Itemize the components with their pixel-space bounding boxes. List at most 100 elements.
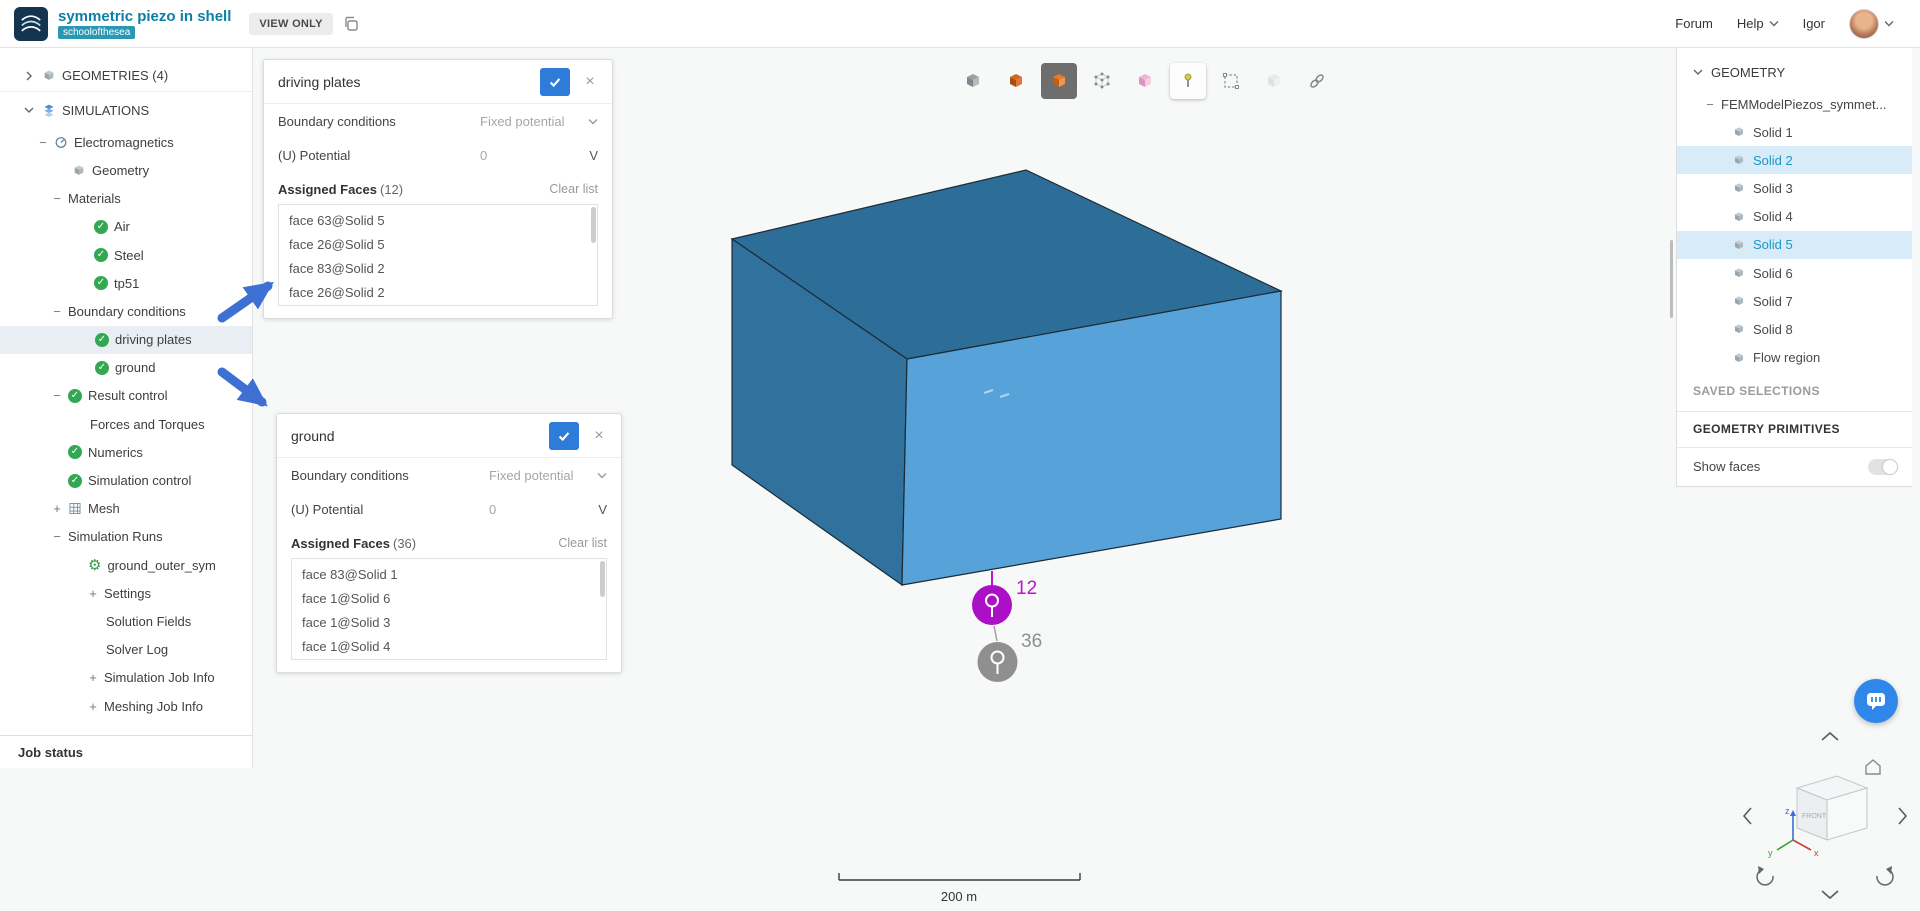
solid-item-7[interactable]: Solid 7 <box>1677 287 1912 315</box>
sidebar-item-geometries[interactable]: GEOMETRIES (4) <box>0 60 252 92</box>
list-scrollbar[interactable] <box>600 561 605 597</box>
sidebar-item-solution-fields[interactable]: Solution Fields <box>0 607 252 635</box>
face-list-item[interactable]: face 1@Solid 6 <box>292 587 606 611</box>
navcube-up-chevron[interactable] <box>1821 731 1839 741</box>
assigned-faces-list[interactable]: face 63@Solid 5 face 26@Solid 5 face 83@… <box>278 204 598 306</box>
minus-icon[interactable]: − <box>1705 97 1715 112</box>
list-scrollbar[interactable] <box>591 207 596 243</box>
face-list-item[interactable]: face 1@Solid 3 <box>292 611 606 635</box>
clear-list-link[interactable]: Clear list <box>558 536 607 550</box>
view-surfaces-button[interactable] <box>1041 63 1077 99</box>
solid-item-1[interactable]: Solid 1 <box>1677 118 1912 146</box>
link-view-button[interactable] <box>1299 63 1335 99</box>
face-list-item[interactable]: face 26@Solid 5 <box>279 233 597 257</box>
sidebar-item-numerics[interactable]: ✓ Numerics <box>0 438 252 466</box>
view-hidden-button[interactable] <box>1256 63 1292 99</box>
show-faces-toggle[interactable] <box>1868 458 1898 475</box>
assigned-faces-list[interactable]: face 83@Solid 1 face 1@Solid 6 face 1@So… <box>291 558 607 660</box>
probe-pin-magenta[interactable] <box>972 585 1012 625</box>
sidebar-item-geometry[interactable]: Geometry <box>0 156 252 184</box>
job-status-header[interactable]: Job status <box>0 735 252 768</box>
minus-icon[interactable]: − <box>38 135 48 150</box>
geometry-primitives-header[interactable]: GEOMETRY PRIMITIVES <box>1677 412 1912 448</box>
probe-pin-gray[interactable] <box>977 642 1018 682</box>
solid-item-6[interactable]: Solid 6 <box>1677 259 1912 287</box>
sidebar-item-simulation-runs[interactable]: − Simulation Runs <box>0 523 252 551</box>
saved-selections-header[interactable]: SAVED SELECTIONS <box>1677 372 1912 412</box>
sidebar-item-boundary-conditions[interactable]: − Boundary conditions <box>0 297 252 325</box>
sidebar-item-solver-log[interactable]: Solver Log <box>0 636 252 664</box>
viewport-scrollbar[interactable] <box>1670 240 1673 318</box>
close-icon[interactable]: × <box>587 424 611 448</box>
sidebar-item-settings[interactable]: + Settings <box>0 579 252 607</box>
view-vertices-button[interactable] <box>1084 63 1120 99</box>
chat-button[interactable] <box>1854 679 1898 723</box>
solid-item-2[interactable]: Solid 2 <box>1677 146 1912 175</box>
sidebar-item-ground[interactable]: ✓ ground <box>0 354 252 382</box>
navcube-left-chevron[interactable] <box>1742 807 1752 825</box>
face-list-item[interactable]: face 1@Solid 4 <box>292 635 606 659</box>
plus-icon[interactable]: + <box>88 699 98 714</box>
help-menu[interactable]: Help <box>1737 16 1779 31</box>
sidebar-item-driving-plates[interactable]: ✓ driving plates <box>0 325 252 354</box>
apply-button[interactable] <box>549 421 579 450</box>
sidebar-item-ground-outer-sym[interactable]: ⚙ ground_outer_sym <box>0 551 252 579</box>
face-list-item[interactable]: face 26@Solid 2 <box>279 281 597 305</box>
model-tree-item[interactable]: − FEMModelPiezos_symmet... <box>1677 90 1912 118</box>
plus-icon[interactable]: + <box>52 501 62 516</box>
forum-link[interactable]: Forum <box>1675 16 1713 31</box>
solid-item-5[interactable]: Solid 5 <box>1677 230 1912 259</box>
sidebar-item-result-control[interactable]: − ✓ Result control <box>0 382 252 410</box>
close-icon[interactable]: × <box>578 70 602 94</box>
potential-input[interactable]: 0 V <box>480 148 598 163</box>
minus-icon[interactable]: − <box>52 529 62 544</box>
sidebar-item-air[interactable]: ✓ Air <box>0 213 252 241</box>
sidebar-item-simulation-job-info[interactable]: + Simulation Job Info <box>0 664 252 692</box>
minus-icon[interactable]: − <box>52 388 62 403</box>
geometry-section-header[interactable]: GEOMETRY <box>1677 54 1912 90</box>
view-shaded-button[interactable] <box>998 63 1034 99</box>
box-select-button[interactable] <box>1213 63 1249 99</box>
plus-icon[interactable]: + <box>88 586 98 601</box>
solid-item-4[interactable]: Solid 4 <box>1677 203 1912 231</box>
plus-icon[interactable]: + <box>88 670 98 685</box>
probe-point-button[interactable] <box>1170 63 1206 99</box>
boundary-conditions-select[interactable]: Fixed potential <box>489 468 607 483</box>
app-logo[interactable] <box>14 6 48 41</box>
navcube-rotate-right[interactable] <box>1876 866 1894 886</box>
navcube-cube[interactable]: FRONT <box>1795 775 1869 841</box>
view-transparent-button[interactable] <box>1127 63 1163 99</box>
chevron-down-icon[interactable] <box>22 105 36 115</box>
sidebar-item-materials[interactable]: − Materials <box>0 185 252 213</box>
sidebar-item-steel[interactable]: ✓ Steel <box>0 241 252 269</box>
copy-project-button[interactable] <box>343 16 359 32</box>
minus-icon[interactable]: − <box>52 191 62 206</box>
face-list-item[interactable]: face 63@Solid 5 <box>279 209 597 233</box>
chevron-right-icon[interactable] <box>22 71 36 81</box>
sidebar-item-mesh[interactable]: + Mesh <box>0 495 252 523</box>
sidebar-item-forces-and-torques[interactable]: Forces and Torques <box>0 410 252 438</box>
solid-item-flow-region[interactable]: Flow region <box>1677 344 1912 372</box>
navcube-home-icon[interactable] <box>1865 759 1881 775</box>
model-3d-box[interactable] <box>730 169 1283 587</box>
navigation-cube[interactable]: FRONT z x y <box>1735 728 1915 906</box>
navcube-rotate-left[interactable] <box>1756 866 1774 886</box>
potential-input[interactable]: 0 V <box>489 502 607 517</box>
navcube-right-chevron[interactable] <box>1898 807 1908 825</box>
sidebar-item-tp51[interactable]: ✓ tp51 <box>0 269 252 297</box>
clear-list-link[interactable]: Clear list <box>549 182 598 196</box>
boundary-conditions-select[interactable]: Fixed potential <box>480 114 598 129</box>
sidebar-item-simulation-control[interactable]: ✓ Simulation control <box>0 466 252 494</box>
apply-button[interactable] <box>540 67 570 96</box>
face-list-item[interactable]: face 83@Solid 2 <box>279 257 597 281</box>
navcube-down-chevron[interactable] <box>1821 890 1839 900</box>
sidebar-item-meshing-job-info[interactable]: + Meshing Job Info <box>0 692 252 720</box>
view-solid-button[interactable] <box>955 63 991 99</box>
solid-item-3[interactable]: Solid 3 <box>1677 174 1912 202</box>
user-menu[interactable] <box>1849 8 1894 39</box>
sidebar-item-simulations[interactable]: SIMULATIONS <box>0 96 252 124</box>
solid-item-8[interactable]: Solid 8 <box>1677 315 1912 343</box>
face-list-item[interactable]: face 83@Solid 1 <box>292 563 606 587</box>
sidebar-item-electromagnetics[interactable]: − Electromagnetics <box>0 128 252 156</box>
minus-icon[interactable]: − <box>52 304 62 319</box>
